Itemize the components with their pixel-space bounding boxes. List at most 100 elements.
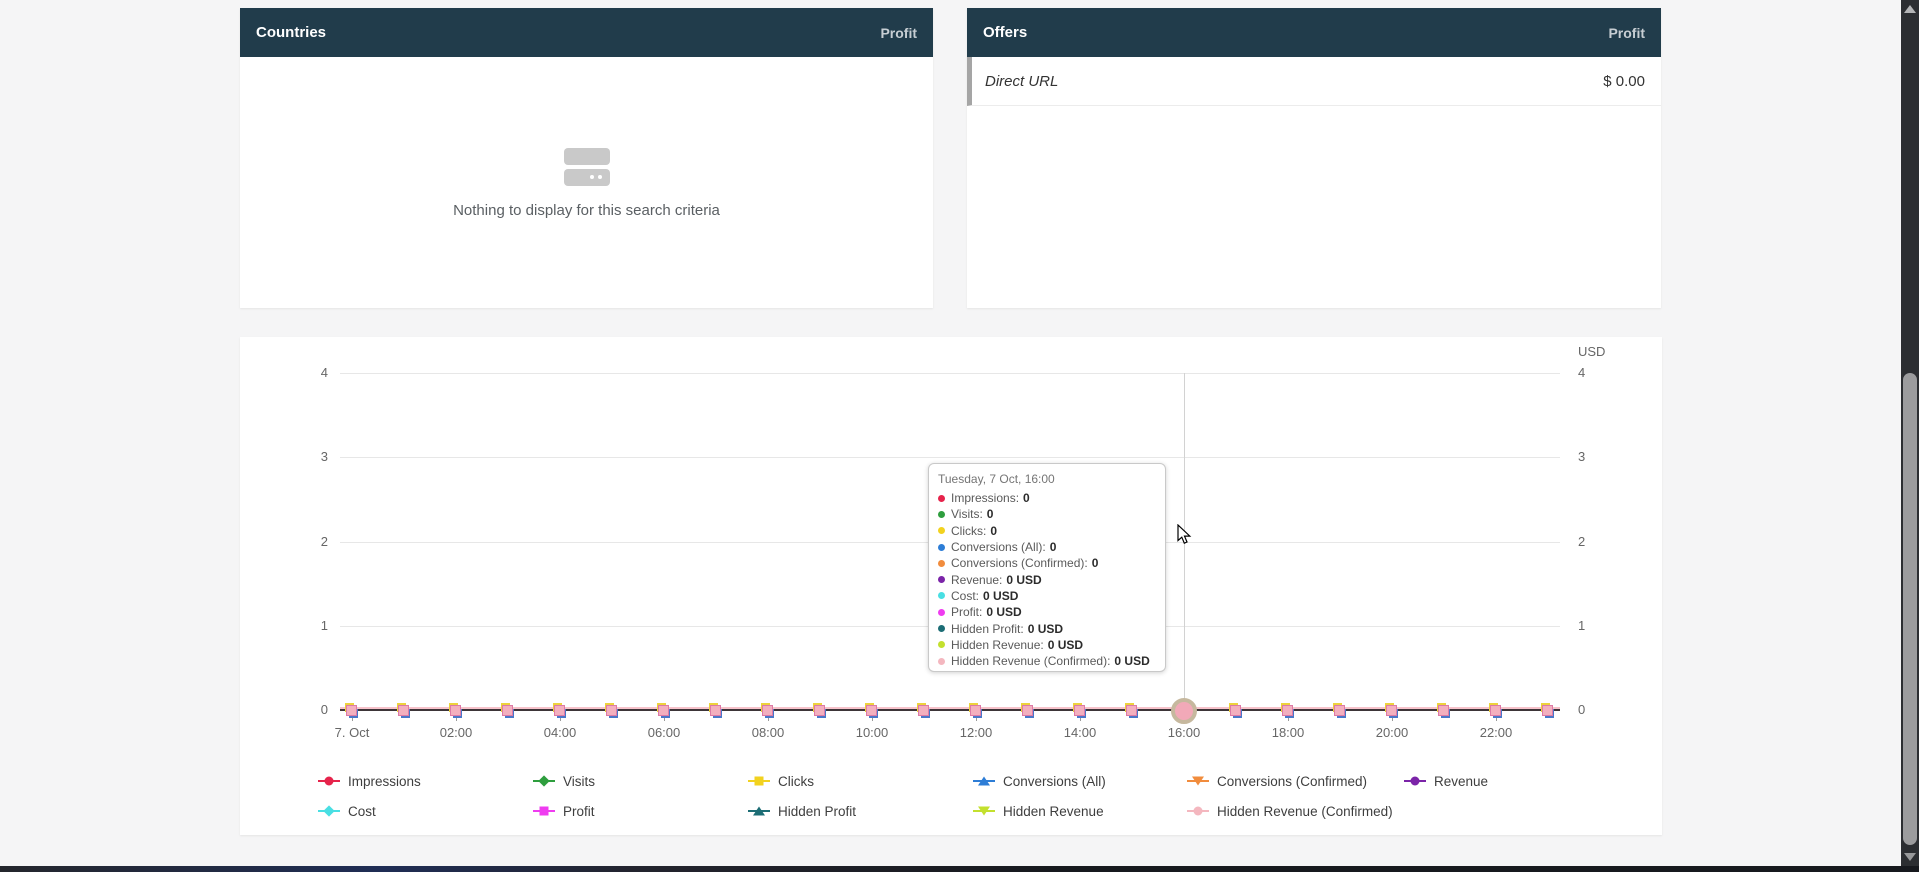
empty-data-icon [564, 148, 610, 188]
data-point-marker[interactable] [346, 705, 357, 716]
legend-marker [748, 780, 770, 782]
data-point-marker[interactable] [762, 705, 773, 716]
tooltip-color-dot [938, 625, 945, 632]
scrollbar-thumb[interactable] [1903, 373, 1917, 845]
legend-label: Conversions (All) [1003, 774, 1106, 789]
square-marker-icon [755, 777, 764, 786]
circle-marker-icon [325, 777, 334, 786]
data-point-marker[interactable] [1490, 705, 1501, 716]
y-axis-label-left: 4 [278, 365, 328, 381]
tooltip-title: Tuesday, 7 Oct, 16:00 [938, 472, 1156, 486]
offer-row[interactable]: Direct URL$ 0.00 [967, 57, 1661, 106]
tooltip-item: Conversions (Confirmed):0 [938, 555, 1156, 571]
tooltip-value: 0 USD [1006, 573, 1041, 587]
data-point-marker[interactable] [450, 705, 461, 716]
data-point-marker[interactable] [554, 705, 565, 716]
data-point-marker[interactable] [710, 705, 721, 716]
tooltip-color-dot [938, 658, 945, 665]
data-point-marker[interactable] [658, 705, 669, 716]
tooltip-value: 0 USD [986, 605, 1021, 619]
square-marker-icon [540, 807, 549, 816]
data-point-marker[interactable] [970, 705, 981, 716]
x-axis-label: 02:00 [411, 725, 501, 740]
data-point-marker[interactable] [814, 705, 825, 716]
offers-table: Direct URL$ 0.00 [967, 57, 1661, 106]
y-gridline [340, 373, 1560, 374]
legend-label: Profit [563, 804, 595, 819]
y-axis-label-right: 4 [1578, 365, 1628, 381]
data-point-marker[interactable] [1230, 705, 1241, 716]
tooltip-color-dot [938, 495, 945, 502]
tooltip-item: Clicks:0 [938, 523, 1156, 539]
data-point-marker[interactable] [1022, 705, 1033, 716]
offers-metric-header[interactable]: Profit [1608, 25, 1645, 41]
offers-panel-title: Offers [983, 24, 1027, 41]
legend-label: Hidden Revenue [1003, 804, 1104, 819]
legend-item-hidden-revenue[interactable]: Hidden Revenue [973, 803, 1104, 819]
y-gridline [340, 457, 1560, 458]
tooltip-label: Hidden Revenue (Confirmed): [951, 654, 1110, 668]
tooltip-value: 0 [1050, 540, 1057, 554]
countries-panel: Countries Profit Nothing to display for … [240, 8, 933, 308]
triangle-down-marker-icon [978, 807, 990, 816]
legend-marker [1187, 780, 1209, 782]
data-point-marker[interactable] [1542, 705, 1553, 716]
x-axis-label: 7. Oct [307, 725, 397, 740]
data-point-marker[interactable] [1438, 705, 1449, 716]
data-point-marker[interactable] [918, 705, 929, 716]
scrollbar-down-button[interactable] [1901, 848, 1919, 866]
y-axis-label-right: 3 [1578, 449, 1628, 465]
x-axis-label: 08:00 [723, 725, 813, 740]
legend-item-impressions[interactable]: Impressions [318, 773, 421, 789]
legend-marker [318, 810, 340, 812]
y-axis-label-right: 0 [1578, 702, 1628, 718]
tooltip-label: Conversions (All): [951, 540, 1046, 554]
data-point-marker[interactable] [1074, 705, 1085, 716]
legend-item-hidden-profit[interactable]: Hidden Profit [748, 803, 856, 819]
data-point-marker[interactable] [398, 705, 409, 716]
data-point-marker[interactable] [1334, 705, 1345, 716]
currency-unit-label: USD [1578, 344, 1605, 359]
hovered-data-point[interactable] [1171, 698, 1197, 724]
diamond-marker-icon [323, 805, 334, 816]
offers-panel: Offers Profit Direct URL$ 0.00 [967, 8, 1661, 308]
legend-item-conversions-confirmed[interactable]: Conversions (Confirmed) [1187, 773, 1367, 789]
legend-item-visits[interactable]: Visits [533, 773, 595, 789]
legend-marker [973, 810, 995, 812]
scrollbar[interactable] [1901, 0, 1919, 866]
scrollbar-up-button[interactable] [1901, 0, 1919, 18]
x-axis-label: 06:00 [619, 725, 709, 740]
data-point-marker[interactable] [606, 705, 617, 716]
legend-label: Visits [563, 774, 595, 789]
legend-label: Impressions [348, 774, 421, 789]
legend-item-cost[interactable]: Cost [318, 803, 376, 819]
y-axis-label-left: 2 [278, 534, 328, 550]
legend-item-revenue[interactable]: Revenue [1404, 773, 1488, 789]
tooltip-color-dot [938, 511, 945, 518]
x-axis-line [340, 709, 1560, 711]
tooltip-item: Impressions:0 [938, 490, 1156, 506]
legend-marker [1404, 780, 1426, 782]
tooltip-label: Impressions: [951, 491, 1019, 505]
x-axis-label: 18:00 [1243, 725, 1333, 740]
tooltip-label: Conversions (Confirmed): [951, 556, 1088, 570]
data-point-marker[interactable] [1386, 705, 1397, 716]
legend-label: Clicks [778, 774, 814, 789]
data-point-marker[interactable] [866, 705, 877, 716]
data-point-marker[interactable] [1126, 705, 1137, 716]
tooltip-color-dot [938, 576, 945, 583]
legend-item-clicks[interactable]: Clicks [748, 773, 814, 789]
tooltip-item: Cost:0 USD [938, 588, 1156, 604]
data-point-marker[interactable] [1282, 705, 1293, 716]
empty-data-icon-bar [564, 148, 610, 165]
countries-metric-header[interactable]: Profit [880, 25, 917, 41]
countries-empty-state: Nothing to display for this search crite… [240, 148, 933, 219]
offer-profit-value: $ 0.00 [1603, 73, 1645, 90]
tooltip-item: Revenue:0 USD [938, 571, 1156, 587]
data-point-marker[interactable] [502, 705, 513, 716]
legend-label: Revenue [1434, 774, 1488, 789]
legend-item-hidden-revenue-confirmed[interactable]: Hidden Revenue (Confirmed) [1187, 803, 1393, 819]
legend-item-profit[interactable]: Profit [533, 803, 595, 819]
y-axis-label-left: 3 [278, 449, 328, 465]
legend-item-conversions-all[interactable]: Conversions (All) [973, 773, 1106, 789]
